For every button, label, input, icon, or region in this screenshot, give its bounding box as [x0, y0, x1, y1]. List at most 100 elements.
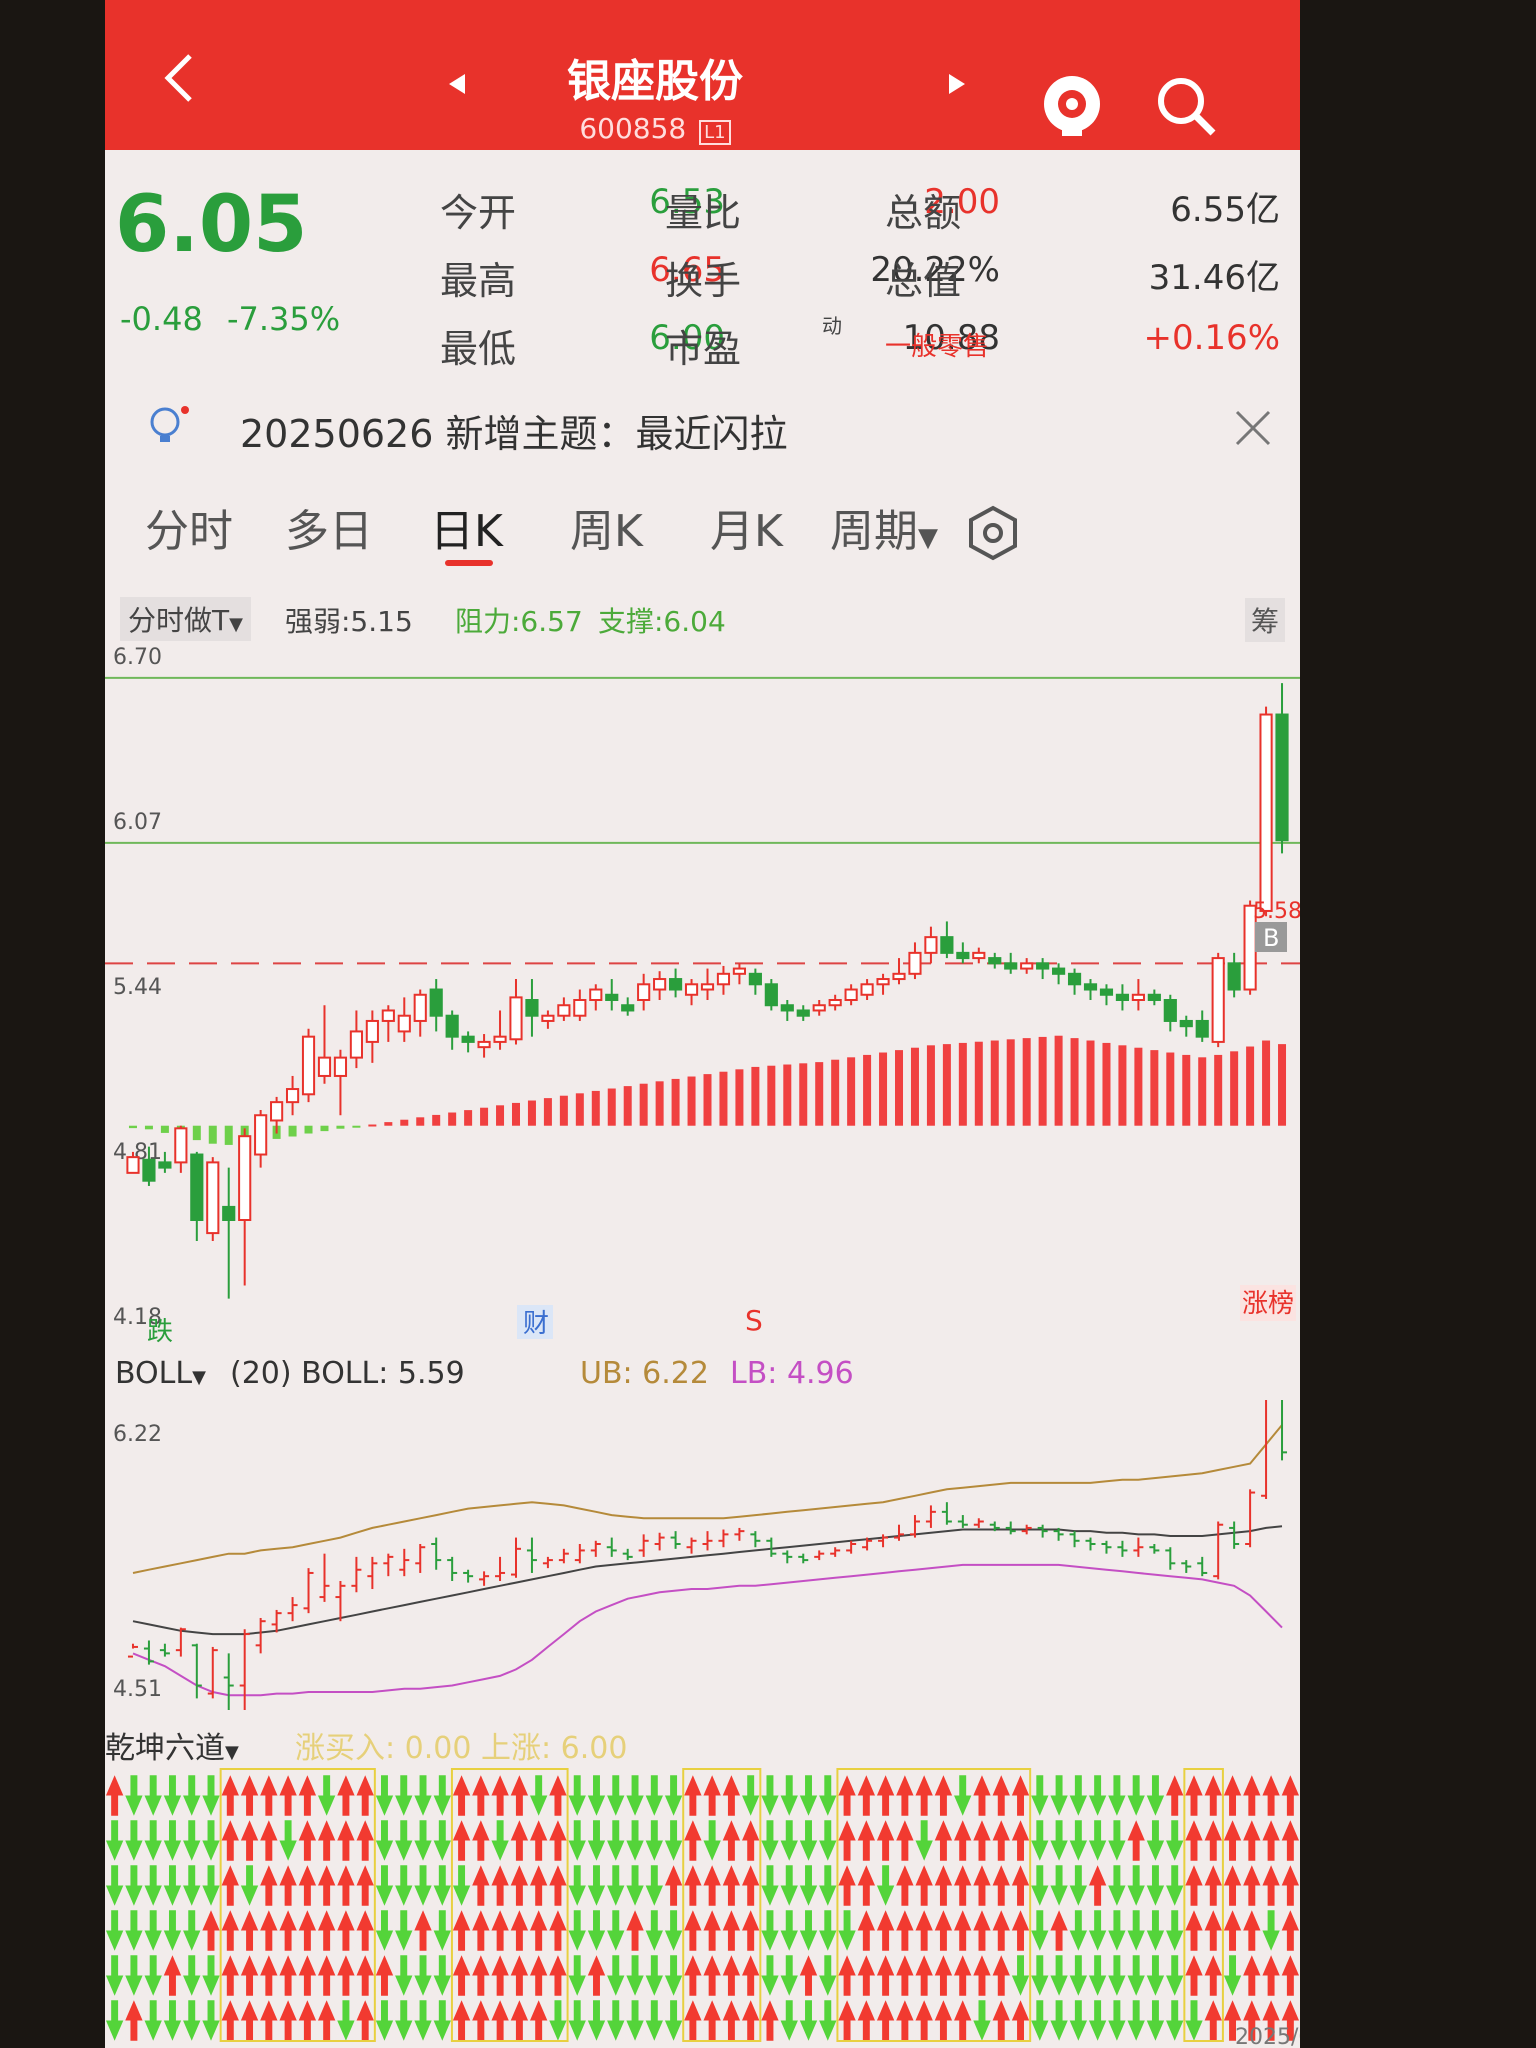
- down-arrow-icon: [664, 1955, 683, 1996]
- candlestick-chart[interactable]: 6.706.075.444.814.18跌财 S 涨榜B5.58: [105, 640, 1300, 1350]
- prev-stock-icon[interactable]: [445, 70, 469, 102]
- signal-bar: [192, 1125, 201, 1141]
- up-arrow-icon: [684, 1775, 702, 1816]
- down-arrow-icon: [568, 1775, 586, 1816]
- candle-body: [1036, 962, 1050, 970]
- up-arrow-icon: [356, 1865, 374, 1906]
- up-arrow-icon: [472, 1775, 490, 1816]
- signal-bar: [751, 1066, 760, 1126]
- dropdown-icon: ▼: [918, 523, 938, 553]
- down-arrow-icon: [587, 2000, 606, 2041]
- signal-bar: [1070, 1038, 1079, 1126]
- up-arrow-icon: [934, 1955, 953, 1996]
- down-arrow-icon: [183, 2000, 201, 2041]
- up-arrow-icon: [742, 1955, 760, 1996]
- up-arrow-icon: [260, 1910, 278, 1951]
- stock-name: 银座股份: [567, 56, 743, 107]
- down-arrow-icon: [125, 1820, 143, 1861]
- up-arrow-icon: [684, 1865, 702, 1906]
- signal-bar: [831, 1059, 840, 1126]
- signal-bar: [416, 1117, 425, 1126]
- back-icon[interactable]: [160, 48, 200, 108]
- up-arrow-icon: [549, 1775, 567, 1816]
- down-arrow-icon: [163, 1820, 182, 1861]
- next-stock-icon[interactable]: [945, 70, 969, 102]
- candle-body: [333, 1056, 348, 1077]
- candle-body: [525, 999, 539, 1017]
- tab-rik[interactable]: 日K: [430, 495, 503, 559]
- settings-hex-icon[interactable]: [965, 505, 1021, 565]
- up-arrow-icon: [838, 1820, 856, 1861]
- down-arrow-icon: [1166, 1820, 1184, 1861]
- up-arrow-icon: [934, 2000, 953, 2041]
- tab-yuek[interactable]: 月K: [710, 495, 783, 559]
- up-arrow-icon: [1204, 2000, 1222, 2041]
- down-arrow-icon: [1069, 1955, 1088, 1996]
- close-icon[interactable]: [1235, 410, 1271, 450]
- up-arrow-icon: [240, 2000, 259, 2041]
- boll-chart[interactable]: 6.22 4.51: [105, 1400, 1300, 1710]
- down-arrow-icon: [780, 1955, 798, 1996]
- up-arrow-icon: [491, 1955, 509, 1996]
- down-arrow-icon: [395, 1910, 413, 1951]
- tab-zhouqi[interactable]: 周期▼: [830, 495, 938, 559]
- signal-bar: [847, 1057, 856, 1126]
- up-arrow-icon: [221, 1865, 239, 1906]
- search-icon[interactable]: [1155, 75, 1219, 143]
- down-arrow-icon: [799, 1910, 818, 1951]
- up-arrow-icon: [838, 1955, 856, 1996]
- candle-body: [860, 983, 874, 996]
- up-arrow-icon: [1262, 1865, 1280, 1906]
- up-arrow-icon: [876, 1955, 895, 1996]
- down-arrow-icon: [1108, 1910, 1126, 1951]
- down-arrow-icon: [163, 1910, 182, 1951]
- liudao-select[interactable]: 乾坤六道▼: [105, 1723, 239, 1767]
- candle-body: [222, 1205, 236, 1222]
- boll-line-ub: [132, 1424, 1283, 1574]
- down-arrow-icon: [105, 1820, 124, 1861]
- up-arrow-icon: [317, 1865, 336, 1906]
- down-arrow-icon: [395, 1955, 413, 1996]
- indicator-select[interactable]: 分时做T▼: [120, 597, 251, 641]
- down-arrow-icon: [1127, 2000, 1145, 2041]
- up-arrow-icon: [915, 1910, 933, 1951]
- up-arrow-icon: [973, 1775, 991, 1816]
- up-arrow-icon: [337, 1820, 355, 1861]
- candle-body: [796, 1009, 810, 1017]
- signal-bar: [1278, 1044, 1287, 1126]
- chip-button[interactable]: 筹: [1245, 598, 1286, 642]
- up-arrow-icon: [915, 1775, 933, 1816]
- candle-body: [653, 978, 667, 991]
- quote-value: 6.55亿: [1170, 190, 1280, 230]
- down-arrow-icon: [1031, 1910, 1049, 1951]
- candle-body: [381, 1009, 395, 1022]
- down-arrow-icon: [1108, 2000, 1126, 2041]
- up-arrow-icon: [587, 1955, 606, 1996]
- up-arrow-icon: [896, 1955, 914, 1996]
- tab-duori[interactable]: 多日: [285, 495, 373, 559]
- up-arrow-icon: [260, 1865, 278, 1906]
- down-arrow-icon: [780, 1775, 798, 1816]
- candle-body: [1020, 962, 1034, 970]
- theme-notice[interactable]: 20250626 新增主题：最近闪拉: [105, 385, 1300, 465]
- tab-zhouk[interactable]: 周K: [570, 495, 643, 559]
- signal-bar: [384, 1122, 393, 1126]
- monitor-eye-icon[interactable]: [1040, 72, 1106, 142]
- up-arrow-icon: [992, 1955, 1010, 1996]
- boll-period: (20): [230, 1356, 292, 1391]
- down-arrow-icon: [1108, 1775, 1126, 1816]
- boll-select[interactable]: BOLL▼: [115, 1356, 206, 1391]
- candle-body: [190, 1153, 204, 1221]
- candle-body: [972, 951, 986, 960]
- signal-bar: [703, 1074, 712, 1126]
- signal-bar: [910, 1047, 919, 1126]
- down-arrow-icon: [626, 1820, 644, 1861]
- down-arrow-icon: [1262, 1910, 1280, 1951]
- up-arrow-icon: [491, 2000, 509, 2041]
- down-arrow-icon: [1127, 1910, 1145, 1951]
- down-arrow-icon: [819, 1820, 837, 1861]
- up-arrow-icon: [1011, 1775, 1030, 1816]
- tab-fenshi[interactable]: 分时: [145, 495, 233, 559]
- down-arrow-icon: [607, 1910, 625, 1951]
- candle-body: [1052, 967, 1066, 975]
